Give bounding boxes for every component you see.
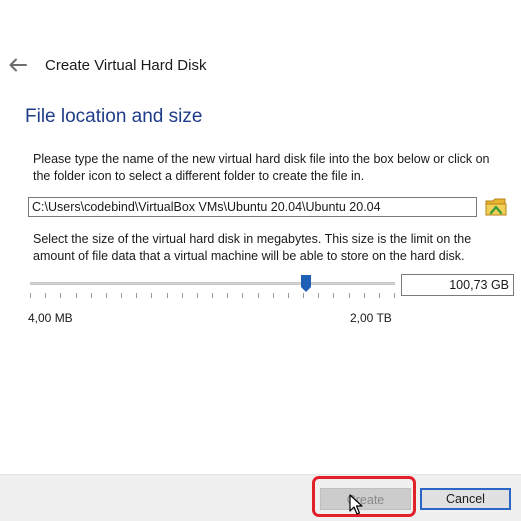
slider-tick (197, 293, 198, 298)
dialog-footer: Create Cancel (0, 474, 521, 521)
slider-tick (303, 293, 304, 298)
dialog-title: Create Virtual Hard Disk (45, 57, 207, 74)
location-description: Please type the name of the new virtual … (33, 152, 490, 183)
file-path-input[interactable] (28, 197, 477, 217)
cancel-button[interactable]: Cancel (420, 488, 511, 510)
back-button[interactable] (8, 57, 28, 73)
arrow-left-icon (9, 58, 27, 72)
slider-tick (167, 293, 168, 298)
create-button[interactable]: Create (320, 488, 411, 510)
slider-tick (364, 293, 365, 298)
slider-tick (242, 293, 243, 298)
slider-tick (60, 293, 61, 298)
slider-tick (121, 293, 122, 298)
slider-tick (227, 293, 228, 298)
slider-thumb[interactable] (301, 275, 311, 293)
size-min-label: 4,00 MB (28, 311, 73, 325)
slider-tick (151, 293, 152, 298)
slider-tick (212, 293, 213, 298)
slider-tick (288, 293, 289, 298)
slider-tick (136, 293, 137, 298)
size-value-input[interactable] (401, 274, 514, 296)
slider-tick (258, 293, 259, 298)
slider-tick (379, 293, 380, 298)
size-slider[interactable] (30, 271, 395, 301)
slider-track (30, 282, 395, 285)
slider-tick (273, 293, 274, 298)
choose-folder-button[interactable] (484, 196, 508, 218)
slider-tick (91, 293, 92, 298)
slider-tick (45, 293, 46, 298)
slider-tick (106, 293, 107, 298)
slider-tick (318, 293, 319, 298)
create-virtual-hard-disk-dialog: Create Virtual Hard Disk File location a… (0, 0, 521, 521)
slider-tick (349, 293, 350, 298)
slider-tick (182, 293, 183, 298)
slider-ticks (30, 293, 395, 299)
slider-tick (333, 293, 334, 298)
slider-tick (76, 293, 77, 298)
folder-icon (485, 198, 507, 216)
section-title: File location and size (25, 106, 203, 127)
size-max-label: 2,00 TB (350, 311, 392, 325)
size-description: Select the size of the virtual hard disk… (33, 232, 472, 263)
slider-tick (30, 293, 31, 298)
slider-tick (394, 293, 395, 298)
